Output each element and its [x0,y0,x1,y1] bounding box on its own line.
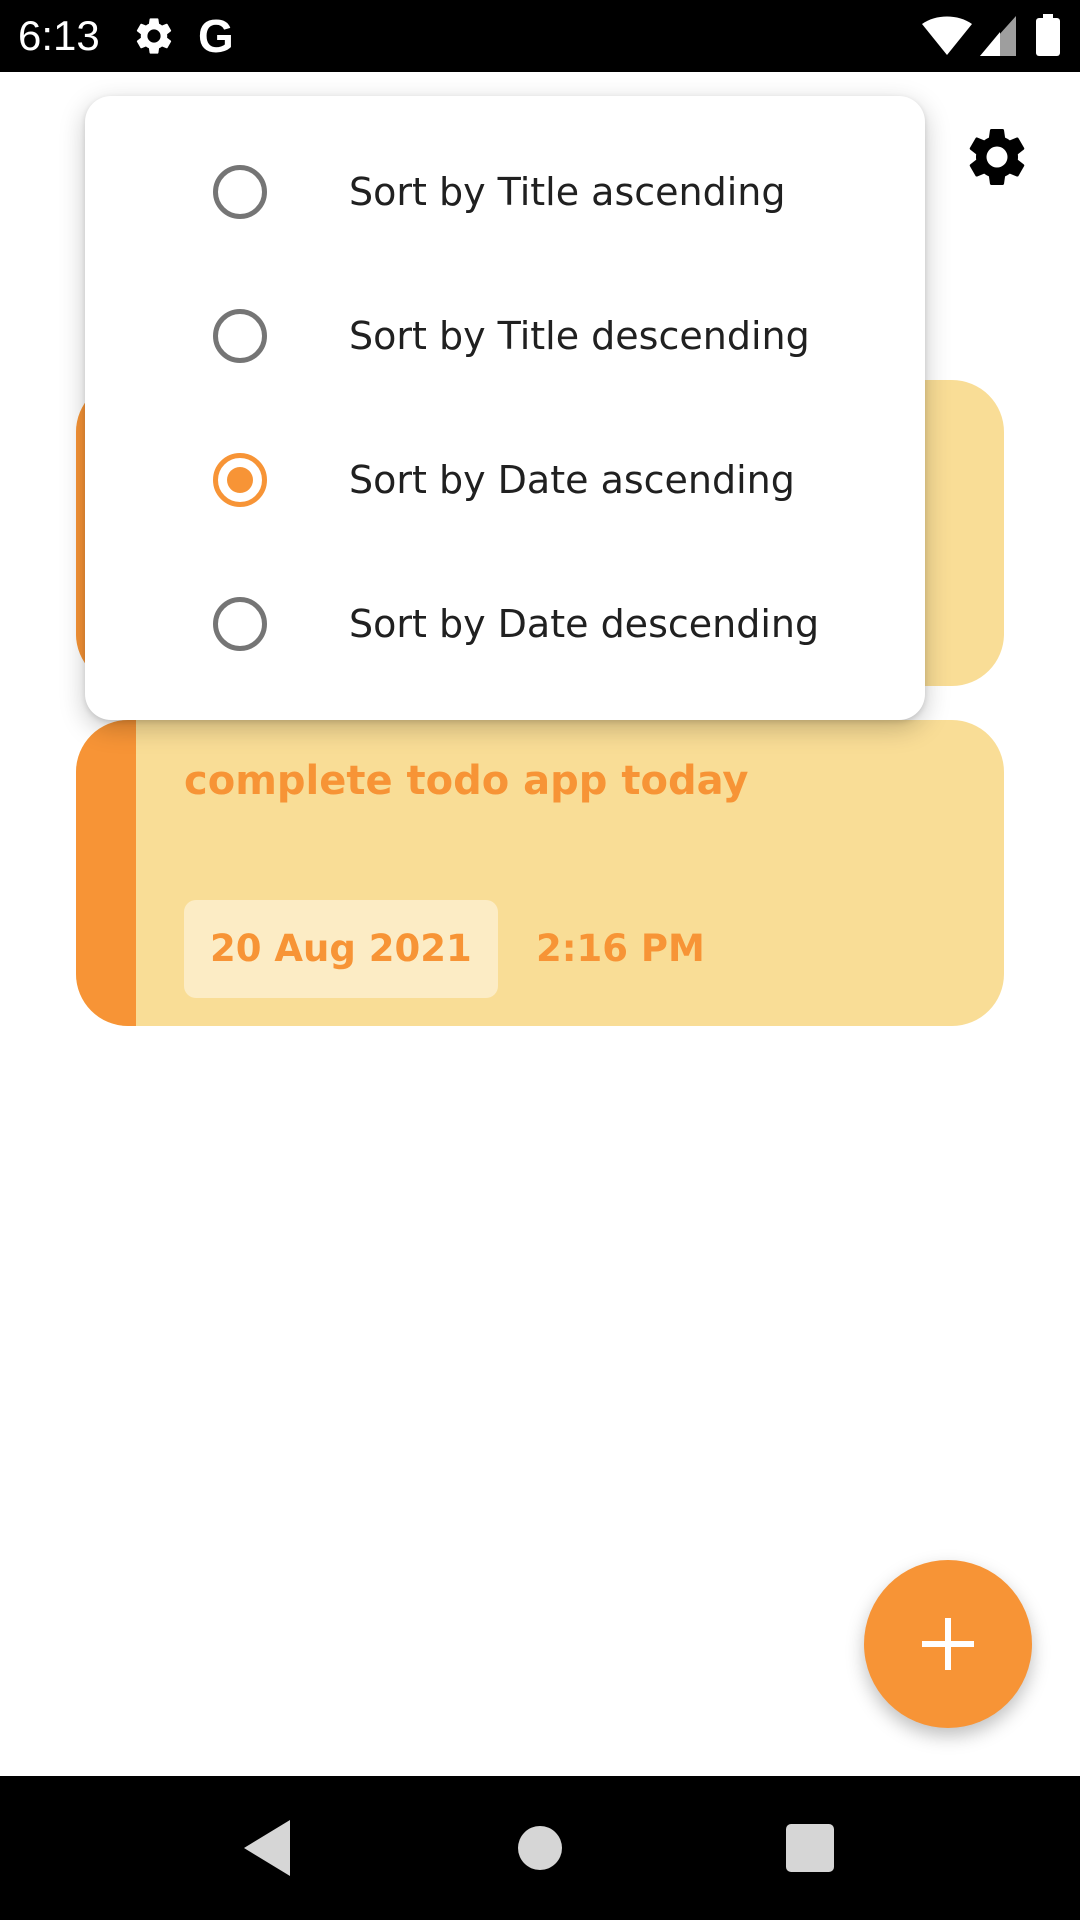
sort-option-title-desc[interactable]: Sort by Title descending [85,264,925,408]
battery-icon [1036,14,1060,56]
sort-option-label: Sort by Date descending [349,602,820,646]
todo-card[interactable]: complete todo app today 20 Aug 2021 2:16… [76,720,1004,1026]
back-icon[interactable] [244,1820,290,1876]
sort-menu: Sort by Title ascending Sort by Title de… [85,96,925,720]
navigation-bar [0,1776,1080,1920]
sort-option-date-desc[interactable]: Sort by Date descending [85,552,925,696]
sort-option-date-asc[interactable]: Sort by Date ascending [85,408,925,552]
screen: 6:13 G complete todo app today 20 Aug 20… [0,0,1080,1920]
settings-gear-icon[interactable] [962,122,1032,192]
status-time: 6:13 [18,12,100,59]
home-icon[interactable] [518,1826,562,1870]
radio-dot [227,467,253,493]
plus-icon [922,1618,974,1670]
radio-button[interactable] [213,597,267,651]
status-bar: 6:13 G [0,0,1080,72]
todo-date-chip: 20 Aug 2021 [184,900,498,998]
radio-button-selected[interactable] [213,453,267,507]
radio-button[interactable] [213,165,267,219]
todo-time: 2:16 PM [536,927,705,970]
gear-icon [136,18,172,54]
sort-option-label: Sort by Title ascending [349,170,786,214]
signal-icon [980,16,1016,56]
recents-icon[interactable] [786,1824,834,1872]
sort-option-label: Sort by Date ascending [349,458,795,502]
radio-button[interactable] [213,309,267,363]
google-g-icon: G [198,10,234,62]
card-color-stripe [76,720,136,1026]
wifi-icon [922,16,972,55]
sort-option-label: Sort by Title descending [349,314,810,358]
add-todo-button[interactable] [864,1560,1032,1728]
sort-option-title-asc[interactable]: Sort by Title ascending [85,120,925,264]
todo-title: complete todo app today [184,758,749,804]
